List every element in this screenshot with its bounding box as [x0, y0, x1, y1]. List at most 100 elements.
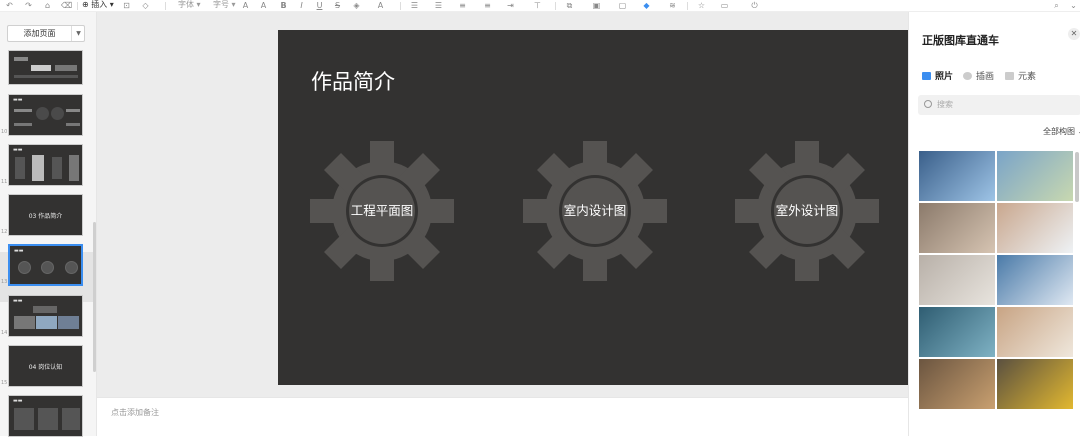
thumb-shape	[66, 123, 80, 126]
thumb-shape	[33, 306, 57, 313]
slide-thumbnail[interactable]: ▬▬	[8, 295, 83, 337]
slide-number: 12	[1, 229, 8, 235]
textbox-icon[interactable]: ⊡	[122, 1, 131, 10]
thumb-shape	[31, 65, 51, 71]
toolbar: ↶ ↷ ⌂ ⌫ ⊕ 插入 ▾ ⊡ ◇ 字体 ▾ 字号 ▾ A A B I U S…	[0, 0, 1080, 12]
highlight-icon[interactable]: ◈	[352, 1, 361, 10]
stock-photo-elderly-care[interactable]	[919, 255, 995, 305]
notes-area[interactable]: 点击添加备注	[97, 397, 908, 436]
gear-label: 工程平面图	[350, 203, 414, 218]
thumb-shape	[15, 157, 25, 179]
bold-icon[interactable]: B	[279, 1, 288, 10]
stock-photo-scientist-lab[interactable]	[919, 151, 995, 201]
close-icon[interactable]: ✕	[1068, 28, 1080, 40]
stock-photo-mountains[interactable]	[997, 255, 1073, 305]
tab-photos[interactable]: 照片	[922, 69, 953, 82]
group-icon[interactable]: ▣	[592, 1, 601, 10]
thumb-shape	[36, 316, 57, 329]
slide-thumbnail[interactable]: ▬▬	[8, 395, 83, 437]
slide-thumbnail[interactable]: 04 岗位认知	[8, 345, 83, 387]
numbered-list-icon[interactable]: ☰	[434, 1, 443, 10]
add-page-dropdown-icon[interactable]: ▼	[72, 26, 85, 41]
toolbar-divider	[400, 2, 401, 10]
slide-thumbnail[interactable]	[8, 50, 83, 85]
tab-elements[interactable]: 元素	[1005, 69, 1036, 82]
stock-photo-family-sofa[interactable]	[919, 203, 995, 253]
slide-layout-icon[interactable]: ▭	[720, 1, 729, 10]
font-color-icon[interactable]: A	[376, 1, 385, 10]
bullet-list-icon[interactable]: ☰	[410, 1, 419, 10]
line-style-icon[interactable]: ≋	[668, 1, 677, 10]
slide-canvas[interactable]: 作品简介 工程平面图 室内设计图 室外设计图	[278, 30, 908, 385]
slide-thumbnail[interactable]: ▬▬	[8, 94, 83, 136]
slide-thumbnail-active[interactable]: ▬▬	[8, 244, 83, 286]
slide-canvas-area: 作品简介 工程平面图 室内设计图 室外设计图	[97, 12, 908, 397]
thumbnail-scrollbar[interactable]	[93, 222, 96, 372]
slide-thumbnail[interactable]: 03 作品简介	[8, 194, 83, 236]
font-size-label: 字号	[213, 0, 229, 9]
slide-title[interactable]: 作品简介	[311, 66, 395, 96]
underline-icon[interactable]: U	[315, 1, 324, 10]
slide-number: 14	[1, 330, 8, 336]
thumb-heading: ▬▬	[13, 147, 23, 153]
shape-icon[interactable]: ◇	[141, 1, 150, 10]
gear-shape[interactable]: 室外设计图	[735, 141, 879, 281]
thumb-shape	[38, 408, 58, 430]
grid-icon	[1005, 72, 1014, 80]
font-grow-icon[interactable]: A	[241, 1, 250, 10]
notes-placeholder[interactable]: 点击添加备注	[111, 407, 159, 418]
align-icon[interactable]: ≡	[458, 1, 467, 10]
font-family-select[interactable]: 字体 ▾	[178, 0, 201, 11]
fill-color-icon[interactable]: ◆	[642, 1, 651, 10]
search-input[interactable]: 搜索	[918, 95, 1080, 115]
thumb-shape	[51, 107, 64, 120]
stock-photo-workshop[interactable]	[919, 359, 995, 409]
indent-icon[interactable]: ⇥	[506, 1, 515, 10]
thumb-shape	[36, 107, 49, 120]
composition-filter-select[interactable]: 全部构图 ⌄	[1043, 126, 1080, 137]
collapse-toolbar-icon[interactable]: ⌄	[1069, 1, 1078, 10]
search-icon[interactable]: ⌕	[1052, 1, 1061, 10]
stock-photo-surgery[interactable]	[919, 307, 995, 357]
vertical-align-icon[interactable]: ⊤	[533, 1, 542, 10]
slide-number: 13	[1, 279, 8, 285]
thumb-gear	[41, 261, 54, 274]
filter-label: 全部构图	[1043, 127, 1075, 136]
panel-scrollbar[interactable]	[1075, 152, 1079, 202]
thumb-heading: ▬▬	[14, 248, 24, 254]
font-shrink-icon[interactable]: A	[259, 1, 268, 10]
thumb-shape	[14, 75, 78, 78]
animation-icon[interactable]: ☆	[697, 1, 706, 10]
slide-thumbnail[interactable]: ▬▬	[8, 144, 83, 186]
thumb-heading: ▬▬	[13, 97, 23, 103]
line-spacing-icon[interactable]: ≡	[483, 1, 492, 10]
tab-illustrations[interactable]: 插画	[963, 69, 994, 82]
border-icon[interactable]: ▢	[618, 1, 627, 10]
italic-icon[interactable]: I	[297, 1, 306, 10]
more-tools-icon[interactable]: ⏻	[750, 1, 759, 10]
stock-photo-family-bikes[interactable]	[997, 151, 1073, 201]
eraser-icon[interactable]: ⌫	[61, 1, 72, 10]
slide-thumbnail-panel: 添加页面 ▼ ▬▬ 10 ▬▬ 11 03 作品简介 12 ▬▬ 13 ▬▬ 1…	[0, 12, 97, 437]
arrange-icon[interactable]: ⧉	[565, 1, 574, 10]
stock-photo-girl-dentist[interactable]	[997, 203, 1073, 253]
toolbar-divider	[165, 2, 166, 10]
undo-icon[interactable]: ↶	[5, 1, 14, 10]
insert-button[interactable]: ⊕ 插入 ▾	[82, 0, 114, 11]
redo-icon[interactable]: ↷	[24, 1, 33, 10]
thumb-shape	[69, 155, 79, 181]
stock-photo-construction-worker[interactable]	[997, 359, 1073, 409]
gear-shape[interactable]: 工程平面图	[310, 141, 454, 281]
format-painter-icon[interactable]: ⌂	[43, 1, 52, 10]
font-size-select[interactable]: 字号 ▾	[213, 0, 236, 11]
toolbar-divider	[77, 2, 78, 10]
strikethrough-icon[interactable]: S	[333, 1, 342, 10]
thumb-shape	[55, 65, 77, 71]
stock-photo-child-sleeping[interactable]	[997, 307, 1073, 357]
thumb-heading: ▬▬	[13, 298, 23, 304]
thumb-shape	[14, 57, 28, 61]
add-page-button[interactable]: 添加页面 ▼	[7, 25, 85, 42]
gear-shape[interactable]: 室内设计图	[523, 141, 667, 281]
thumb-shape	[14, 109, 32, 112]
add-page-label: 添加页面	[8, 26, 72, 41]
